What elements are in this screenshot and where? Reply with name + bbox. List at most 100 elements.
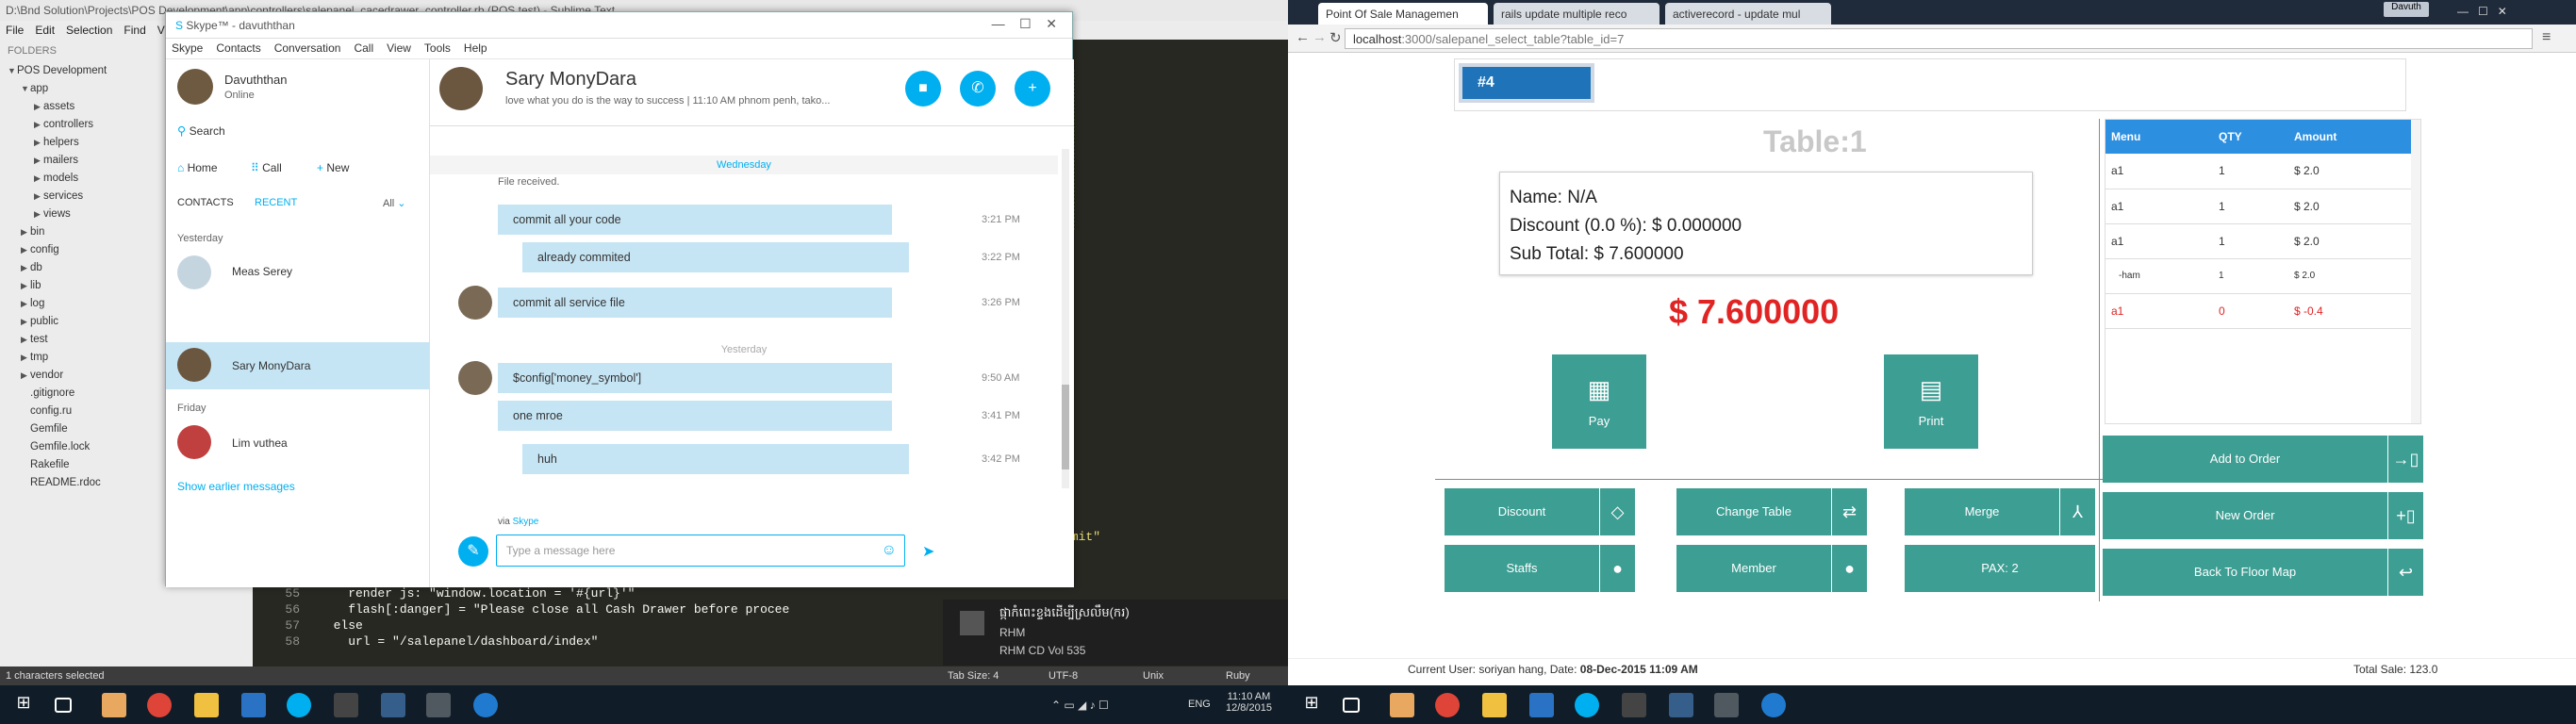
status-tabsize[interactable]: Tab Size: 4 [948,670,999,682]
forward-icon[interactable]: → [1313,29,1327,45]
new-button[interactable]: + New [317,161,349,174]
search-box[interactable]: ⚲ Search [177,123,225,138]
col-qty[interactable]: QTY [2213,120,2288,154]
message-bubble[interactable]: huh [522,444,909,474]
message-input[interactable]: Type a message here ☺ [496,535,905,567]
order-scrollbar[interactable] [2411,120,2420,423]
staffs-button[interactable]: Staffs ● [1445,545,1635,592]
new-order-button[interactable]: New Order +▯ [2103,492,2423,539]
reload-icon[interactable]: ↻ [1329,29,1342,46]
user-avatar[interactable] [177,69,213,105]
tree-arrow-icon[interactable]: ▶ [21,331,30,349]
tree-arrow-icon[interactable]: ▶ [21,259,30,277]
change-table-button[interactable]: Change Table ⇄ [1676,488,1867,535]
tree-arrow-icon[interactable]: ▶ [34,188,43,206]
skype-menu-contacts[interactable]: Contacts [216,41,260,55]
skype-taskbar-icon[interactable] [287,693,311,717]
outlook-taskbar-icon[interactable] [241,693,266,717]
send-icon[interactable]: ➤ [922,542,934,561]
window-controls[interactable]: — ☐ ✕ [992,16,1057,32]
tab-pos[interactable]: Point Of Sale Managemen [1318,3,1488,25]
explorer-taskbar-icon[interactable] [1482,693,1507,717]
chrome-taskbar-icon[interactable] [147,693,172,717]
ie-taskbar-icon[interactable] [473,693,498,717]
task-view-icon[interactable] [1343,698,1360,713]
skype-menu-tools[interactable]: Tools [424,41,451,55]
contact-meas-serey[interactable]: Meas Serey [166,248,430,293]
skype-menu-view[interactable]: View [387,41,411,55]
profile-badge[interactable]: Davuth [2384,2,2429,17]
message-bubble[interactable]: one mroe [498,401,892,431]
message-bubble[interactable]: commit all your code [498,205,892,235]
app2-taskbar-icon[interactable] [1714,693,1739,717]
language-indicator[interactable]: ENG [1188,699,1211,710]
windows-start-icon[interactable]: ⊞ [11,693,36,717]
order-row[interactable]: -ham 1 $ 2.0 [2105,258,2411,293]
table-tab[interactable]: #4 [1459,63,1594,103]
windows-start-icon[interactable]: ⊞ [1299,693,1324,717]
chrome-window-controls[interactable]: — ☐ ✕ [2457,5,2507,18]
tree-arrow-icon[interactable]: ▶ [21,295,30,313]
order-row[interactable]: a1 0 $ -0.4 [2105,293,2411,328]
tree-arrow-icon[interactable]: ▶ [21,367,30,385]
home-button[interactable]: ⌂ Home [177,161,218,174]
media-notification[interactable]: ផ្កាកំពេះខ្ទងដើម្បីស្រលឹម(ករ) RHM RHM CD… [943,600,1288,666]
skype-menu-call[interactable]: Call [354,41,373,55]
member-button[interactable]: Member ● [1676,545,1867,592]
status-eol[interactable]: Unix [1143,670,1164,682]
tree-arrow-icon[interactable]: ▶ [34,116,43,134]
explorer-taskbar-icon[interactable] [194,693,219,717]
order-row[interactable]: a1 1 $ 2.0 [2105,189,2411,223]
scrollbar-thumb[interactable] [1062,385,1069,469]
sublime-taskbar-icon[interactable] [1390,693,1414,717]
tree-arrow-icon[interactable]: ▶ [34,98,43,116]
merge-button[interactable]: Merge ⅄ [1905,488,2095,535]
address-bar[interactable]: localhost:3000/salepanel_select_table?ta… [1345,28,2533,49]
via-skype-selector[interactable]: via Skype [498,517,538,527]
status-syntax[interactable]: Ruby [1226,670,1250,682]
app2-taskbar-icon[interactable] [426,693,451,717]
skype-menu-help[interactable]: Help [464,41,487,55]
user-status[interactable]: Online [224,90,255,101]
tab-recent[interactable]: RECENT [255,197,297,208]
menu-selection[interactable]: Selection [60,21,118,40]
tree-arrow-icon[interactable]: ▶ [34,206,43,223]
tree-arrow-icon[interactable]: ▶ [34,170,43,188]
col-menu[interactable]: Menu [2105,120,2213,154]
menu-find[interactable]: Find [118,21,151,40]
pay-button[interactable]: ▦ Pay [1552,354,1646,449]
ie-taskbar-icon[interactable] [1761,693,1786,717]
order-row[interactable]: a1 1 $ 2.0 [2105,223,2411,258]
app-taskbar-icon[interactable] [1669,693,1693,717]
terminal-taskbar-icon[interactable] [1622,693,1646,717]
order-row[interactable]: a1 1 $ 2.0 [2105,154,2411,189]
status-encoding[interactable]: UTF-8 [1049,670,1078,682]
chrome-menu-icon[interactable]: ≡ [2542,29,2551,46]
back-to-floor-button[interactable]: Back To Floor Map ↩ [2103,549,2423,596]
skype-menu-skype[interactable]: Skype [172,41,203,55]
app-taskbar-icon[interactable] [381,693,405,717]
emoticon-icon[interactable]: ☺ [882,542,897,559]
terminal-taskbar-icon[interactable] [334,693,358,717]
outlook-taskbar-icon[interactable] [1529,693,1554,717]
menu-file[interactable]: File [0,21,29,40]
tray-icons[interactable]: ⌃ ▭ ◢ ♪ ☐ [1051,699,1109,712]
tree-arrow-icon[interactable]: ▶ [21,349,30,367]
call-button[interactable]: ⠿ Call [251,161,282,174]
message-bubble[interactable]: already commited [522,242,909,272]
add-to-order-button[interactable]: Add to Order →▯ [2103,436,2423,483]
tab-activerecord[interactable]: activerecord - update mul [1665,3,1831,25]
tree-arrow-icon[interactable]: ▶ [21,241,30,259]
contact-sary-monydara[interactable]: Sary MonyDara [166,342,430,389]
chrome-taskbar-icon[interactable] [1435,693,1460,717]
tab-rails[interactable]: rails update multiple reco [1494,3,1660,25]
tab-contacts[interactable]: CONTACTS [177,197,234,208]
show-earlier-link[interactable]: Show earlier messages [177,480,295,493]
menu-edit[interactable]: Edit [29,21,60,40]
tree-arrow-icon[interactable]: ▶ [34,152,43,170]
back-icon[interactable]: ← [1296,29,1310,45]
contact-lim-vuthea[interactable]: Lim vuthea [166,420,430,467]
tree-arrow-icon[interactable]: ▶ [34,134,43,152]
clock[interactable]: 11:10 AM 12/8/2015 [1226,691,1272,714]
add-people-button[interactable]: + [1015,71,1050,107]
